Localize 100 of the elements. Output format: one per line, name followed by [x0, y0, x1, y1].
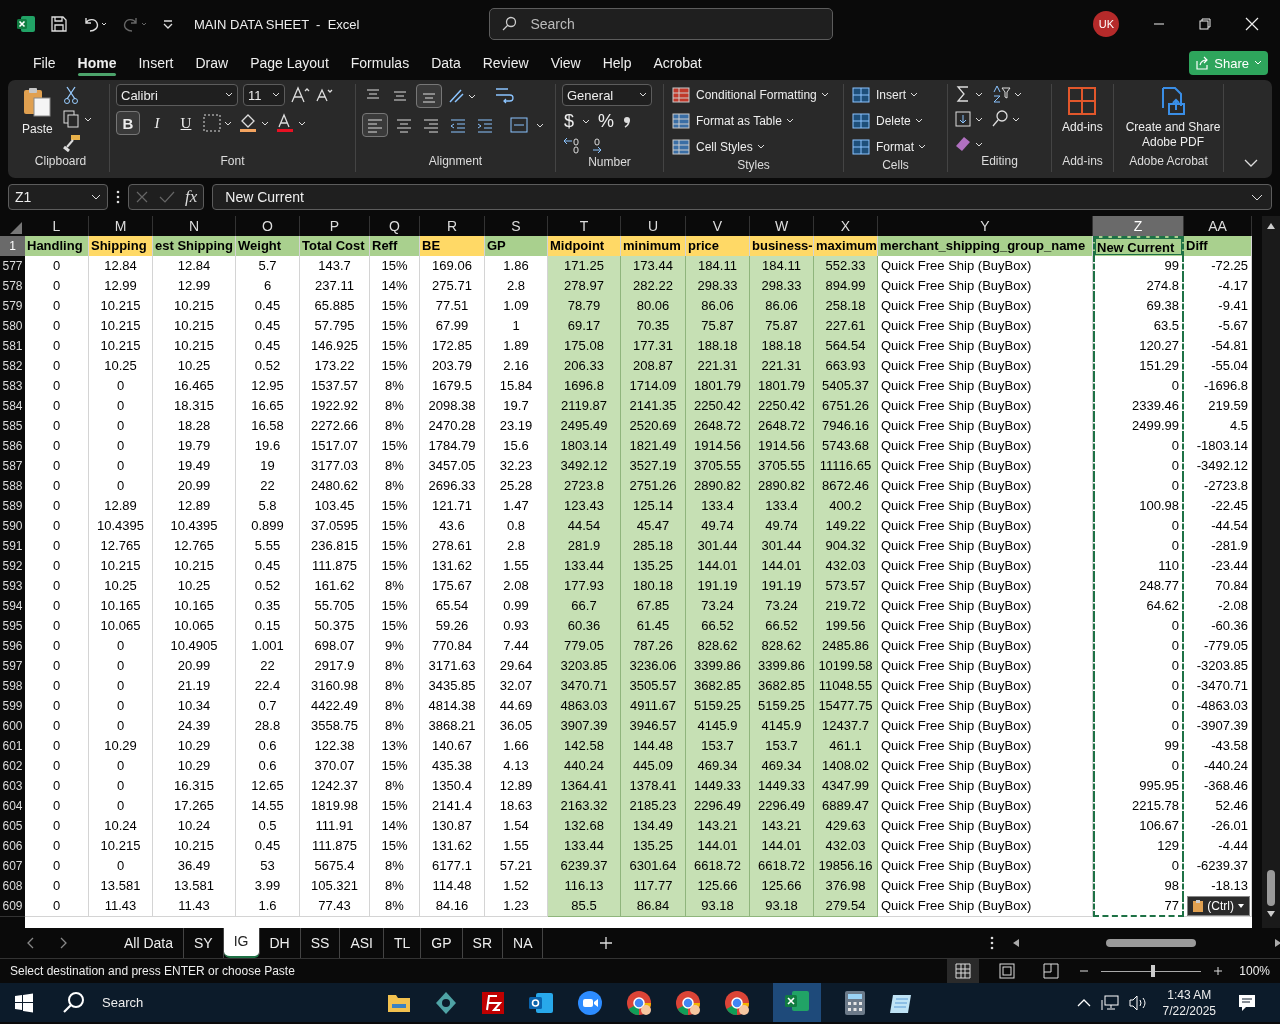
- column-header[interactable]: Z: [1093, 216, 1184, 238]
- insert-function-button[interactable]: fx: [185, 187, 198, 207]
- table-cell: 8%: [370, 776, 420, 797]
- table-cell: 15%: [370, 316, 420, 337]
- header-cell: Weight: [236, 236, 300, 257]
- table-cell: Quick Free Ship (BuyBox): [878, 396, 1093, 417]
- table-cell: 3492.12: [548, 456, 621, 477]
- percent-button[interactable]: %: [596, 111, 617, 132]
- table-cell: -2723.8: [1184, 476, 1252, 497]
- table-cell: 0.52: [236, 576, 300, 597]
- table-cell: 8%: [370, 416, 420, 437]
- header-cell: Shipping: [89, 236, 153, 257]
- ribbon-tab[interactable]: Page Layout: [239, 50, 340, 76]
- italic-button[interactable]: I: [145, 111, 169, 135]
- account-avatar[interactable]: UK: [1093, 11, 1120, 37]
- table-cell: 298.33: [750, 276, 814, 297]
- table-cell: 19.6: [236, 436, 300, 457]
- table-cell: 191.19: [686, 576, 750, 597]
- ribbon-tab[interactable]: Data: [420, 50, 472, 76]
- styles-menu-button[interactable]: Format as Table: [670, 110, 796, 132]
- table-cell: 2.16: [485, 356, 548, 377]
- create-pdf-button[interactable]: Create and Share Adobe PDF: [1120, 84, 1226, 152]
- table-cell: 120.27: [1093, 336, 1184, 357]
- taskbar-search[interactable]: Search: [102, 995, 144, 1010]
- table-cell: 175.08: [548, 336, 621, 357]
- cells-menu-button[interactable]: Insert: [850, 84, 920, 106]
- sheet-tab[interactable]: SY: [184, 928, 224, 958]
- sheet-tab[interactable]: DH: [259, 928, 301, 958]
- sheet-tab[interactable]: All Data: [114, 928, 185, 958]
- search-field[interactable]: Search: [489, 8, 834, 40]
- table-cell: 698.07: [300, 636, 370, 657]
- styles-menu-button[interactable]: Conditional Formatting: [670, 84, 831, 106]
- group-label: Adobe Acrobat: [1129, 154, 1208, 168]
- number-format-field[interactable]: General: [562, 84, 652, 106]
- ribbon-tab[interactable]: Help: [591, 50, 643, 76]
- ribbon-tab[interactable]: Acrobat: [642, 50, 713, 76]
- paste-button[interactable]: Paste: [18, 84, 57, 138]
- table-cell: 0: [89, 696, 153, 717]
- table-cell: -4863.03: [1184, 696, 1252, 717]
- bold-button[interactable]: B: [116, 111, 140, 135]
- sheet-tab[interactable]: SR: [462, 928, 504, 958]
- sheet-tab[interactable]: GP: [421, 928, 463, 958]
- cells-menu-button[interactable]: Delete: [850, 110, 925, 132]
- sheet-tab[interactable]: SS: [300, 928, 341, 958]
- row-number[interactable]: 1: [0, 236, 25, 257]
- table-cell: 1696.8: [548, 376, 621, 397]
- table-cell: 1.86: [485, 256, 548, 277]
- table-cell: 15%: [370, 796, 420, 817]
- table-cell: 191.19: [750, 576, 814, 597]
- table-cell: 5159.25: [686, 696, 750, 717]
- table-cell: 84.16: [420, 896, 485, 917]
- ribbon-tab[interactable]: Formulas: [339, 50, 421, 76]
- sheet-tab[interactable]: IG: [223, 928, 260, 958]
- table-cell: 0: [25, 516, 89, 537]
- ribbon-tab[interactable]: Draw: [184, 50, 240, 76]
- styles-menu-button[interactable]: Cell Styles: [670, 136, 767, 158]
- font-size-field[interactable]: 11: [243, 84, 285, 106]
- table-cell: 0: [25, 816, 89, 837]
- zoom-level[interactable]: 100%: [1239, 964, 1270, 978]
- ribbon-tab[interactable]: View: [539, 50, 592, 76]
- clock-date[interactable]: 7/22/2025: [1162, 1002, 1216, 1019]
- table-cell: 1: [485, 316, 548, 337]
- ribbon-tab[interactable]: Home: [66, 50, 128, 76]
- table-cell: 15%: [370, 756, 420, 777]
- table-cell: 135.25: [621, 836, 686, 857]
- sheet-tab[interactable]: NA: [503, 928, 544, 958]
- table-cell: 130.87: [420, 816, 485, 837]
- table-cell: 142.58: [548, 736, 621, 757]
- table-cell: Quick Free Ship (BuyBox): [878, 716, 1093, 737]
- table-cell: 0: [25, 716, 89, 737]
- paste-options-menu[interactable]: (Ctrl): [1187, 896, 1250, 916]
- sheet-tab[interactable]: ASI: [340, 928, 384, 958]
- table-cell: 0: [89, 636, 153, 657]
- table-cell: 1.54: [485, 816, 548, 837]
- table-cell: Quick Free Ship (BuyBox): [878, 736, 1093, 757]
- table-cell: 3558.75: [300, 716, 370, 737]
- table-cell: 77: [1093, 896, 1184, 917]
- currency-button[interactable]: $: [562, 111, 576, 132]
- add-ins-button[interactable]: Add-ins: [1058, 84, 1107, 136]
- row-number[interactable]: 609: [0, 896, 25, 917]
- name-box[interactable]: Z1: [8, 184, 108, 210]
- group-label: Cells: [882, 158, 909, 172]
- underline-button[interactable]: U: [174, 111, 198, 135]
- ribbon-tab[interactable]: File: [22, 50, 67, 76]
- table-cell: 1679.5: [420, 376, 485, 397]
- sheet-tab[interactable]: TL: [384, 928, 422, 958]
- font-family-field[interactable]: Calibri: [116, 84, 238, 106]
- header-cell: BE: [420, 236, 485, 257]
- group-label: Alignment: [428, 154, 483, 168]
- formula-field[interactable]: New Current: [212, 184, 1272, 210]
- clock-time[interactable]: 1:43 AM: [1167, 986, 1212, 1003]
- table-cell: 4911.67: [621, 696, 686, 717]
- ribbon-tab[interactable]: Review: [471, 50, 540, 76]
- ribbon-tab[interactable]: Insert: [127, 50, 185, 76]
- table-cell: 0: [89, 476, 153, 497]
- group-label: Font: [220, 154, 245, 168]
- cells-menu-button[interactable]: Format: [850, 136, 928, 158]
- table-cell: Quick Free Ship (BuyBox): [878, 596, 1093, 617]
- table-cell: 12.89: [89, 496, 153, 517]
- table-cell: 0.899: [236, 516, 300, 537]
